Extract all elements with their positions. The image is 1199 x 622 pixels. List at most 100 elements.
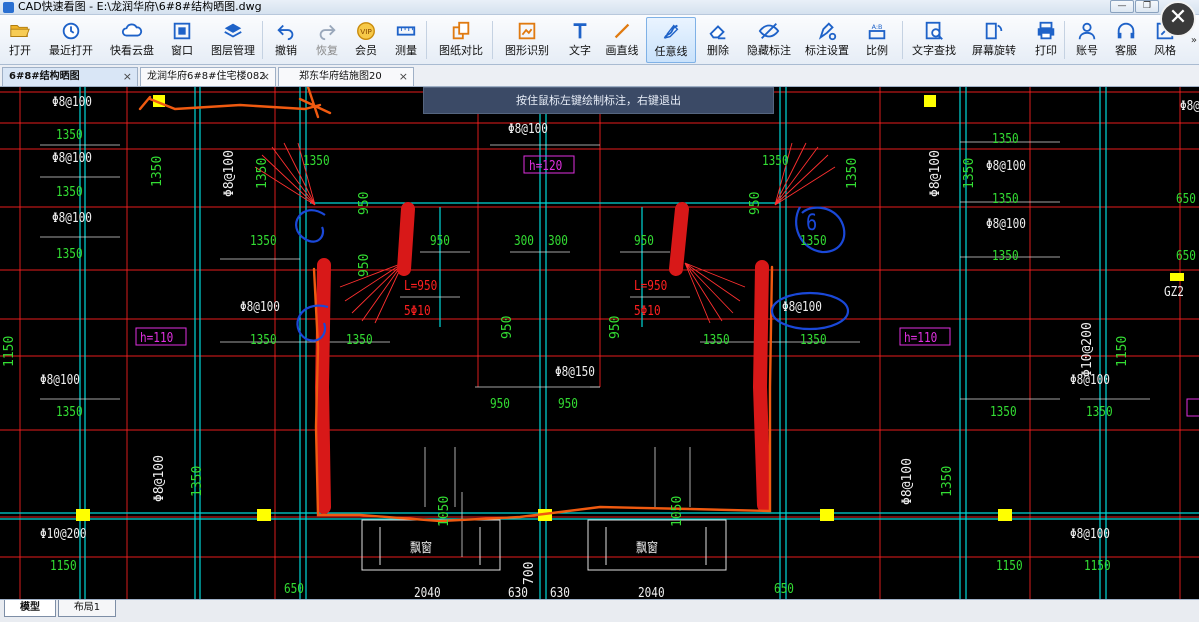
cad-label-rebar-c: Φ10@200 [1080,322,1095,377]
toolbar-rotate-screen-button[interactable]: 屏幕旋转 [966,17,1022,63]
toolbar-hide-eye-button[interactable]: 隐藏标注 [740,17,798,63]
toolbar-label: 任意线 [654,45,688,58]
cad-label-dim-1350: 1350 [56,405,83,420]
cad-label-dim-1150: 1150 [1084,559,1111,574]
redo-icon [319,24,336,41]
toolbar-separator [902,21,903,59]
text-icon [573,23,587,39]
tab-longrun-huafu[interactable]: 龙润华府6#8#住宅楼082 × [140,67,276,86]
toolbar-text-search-button[interactable]: 文字查找 [906,17,962,63]
toolbar-shape-recognize-button[interactable]: 图形识别 [498,17,556,63]
toolbar-text-button[interactable]: 文字 [562,17,598,63]
cad-label-dim-1350: 1350 [962,157,977,189]
toolbar-eraser-button[interactable]: 删除 [700,17,736,63]
cad-label-dim-1350: 1350 [992,132,1019,147]
drawing-hint-banner: 按住鼠标左键绘制标注，右键退出 [423,87,774,114]
toolbar-undo-button[interactable]: 撤销 [268,17,304,63]
ruler-icon [396,26,416,36]
cad-label-dim-300: 300 [548,234,568,249]
toolbar-user-button[interactable]: 账号 [1070,17,1104,63]
annotation-settings-icon [818,22,837,41]
toolbar-label: 比例 [866,44,888,57]
cad-label-h110: h=110 [904,331,938,346]
compare-icon [452,21,470,40]
toolbar-label: 账号 [1076,44,1098,57]
toolbar-label: 快看云盘 [110,44,154,57]
close-overlay-button[interactable]: ✕ [1160,1,1196,37]
tab-close-icon[interactable]: × [123,68,132,85]
toolbar-label: 图纸对比 [439,44,483,57]
tab-6-8-structure[interactable]: 6#8#结构晒图 × [2,67,138,86]
toolbar-window-button[interactable]: 窗口 [164,17,200,63]
cad-label-dim-1350: 1350 [762,154,789,169]
cad-label-rebar-a: Φ8@100 [900,458,915,505]
printer-icon [1037,21,1055,40]
toolbar-redo-button[interactable]: 恢复 [310,17,344,63]
restore-button[interactable]: ❐ [1135,0,1159,13]
cad-label-dim-2040: 2040 [638,586,665,599]
toolbar-freehand-button[interactable]: 任意线 [646,17,696,63]
headset-icon [1117,22,1135,39]
cad-label-dim-1350: 1350 [346,333,373,348]
tab-close-icon[interactable]: × [261,68,270,85]
cad-label-dim-1150: 1150 [2,335,17,367]
line-icon [614,23,630,39]
cad-label-circled-6: 6 [806,211,818,236]
tab-zhengdong-huafu[interactable]: 郑东华府结施图20 × [278,67,414,86]
toolbar-label: 撤销 [275,44,297,57]
cad-label-dim-1350: 1350 [190,465,205,497]
toolbar-ruler-button[interactable]: 测量 [388,17,424,63]
cad-label-dim-1350: 1350 [56,247,83,262]
toolbar-separator [492,21,493,59]
freehand-icon [663,24,679,39]
tab-close-icon[interactable]: × [399,68,408,85]
toolbar-headset-button[interactable]: 客服 [1108,17,1144,63]
svg-text:VIP: VIP [360,27,372,36]
toolbar-label: 画直线 [605,44,639,57]
title-bar: CAD快速看图 - E:\龙润华府\6#8#结构晒图.dwg — ❐ [0,0,1199,15]
toolbar-label: 恢复 [316,44,338,57]
toolbar-layers-button[interactable]: 图层管理 [204,17,262,63]
main-toolbar: 打开 最近打开 快看云盘 窗口 图层管理 撤销 恢复 VIP 会员 测量 图纸对比 图形识别 文字 画直线… [0,15,1199,65]
toolbar-vip-button[interactable]: VIP 会员 [348,17,384,63]
layout-tab-bar: 模型 布局1 [0,599,1199,622]
toolbar-line-button[interactable]: 画直线 [600,17,644,63]
toolbar-overflow-icon[interactable]: » [1191,35,1197,46]
cad-label-rebar-a: Φ8@100 [782,300,822,315]
cad-label-dim-630: 630 [508,586,528,599]
toolbar-separator [426,21,427,59]
layout-tab-layout1[interactable]: 布局1 [58,600,116,617]
user-icon [1078,22,1096,40]
toolbar-label: 删除 [707,44,729,57]
toolbar-recent-clock-button[interactable]: 最近打开 [42,17,100,63]
cad-label-dim-1150: 1150 [1115,335,1130,367]
cad-label-dim-1350: 1350 [250,234,277,249]
undo-icon [277,24,294,41]
layers-icon [224,23,242,38]
toolbar-label: 窗口 [171,44,193,57]
cad-label-dim-630: 630 [550,586,570,599]
toolbar-cloud-button[interactable]: 快看云盘 [104,17,160,63]
cad-label-bars-5phi10: 5Φ10 [404,304,431,319]
cad-label-rebar-a: Φ8@100 [52,151,92,166]
toolbar-scale-button[interactable]: A:B 比例 [860,17,894,63]
cad-label-dim-1350: 1350 [703,333,730,348]
toolbar-folder-open-button[interactable]: 打开 [2,17,38,63]
cad-label-dim-300: 300 [514,234,534,249]
drawing-canvas[interactable]: Φ8@100 1350 Φ8@100 1350 Φ8@100 1350 1350 Φ8@100… [0,87,1199,599]
hide-eye-icon [758,23,780,39]
toolbar-printer-button[interactable]: 打印 [1026,17,1066,63]
toolbar-label: 打印 [1035,44,1057,57]
toolbar-compare-button[interactable]: 图纸对比 [432,17,490,63]
cad-label-dim-1350: 1350 [303,154,330,169]
minimize-button[interactable]: — [1110,0,1134,13]
cad-label-dim-1350: 1350 [255,157,270,189]
toolbar-annotation-settings-button[interactable]: 标注设置 [800,17,854,63]
layout-tab-model[interactable]: 模型 [4,600,56,617]
cad-label-rebar-c: Φ10@200 [40,527,87,542]
document-tab-bar: 6#8#结构晒图 × 龙润华府6#8#住宅楼082 × 郑东华府结施图20 × [0,65,1199,87]
cad-label-dim-950: 950 [357,191,372,215]
cad-label-rebar-a: Φ8@100 [52,95,92,110]
cad-label-dim-1350: 1350 [992,192,1019,207]
toolbar-separator [262,21,263,59]
